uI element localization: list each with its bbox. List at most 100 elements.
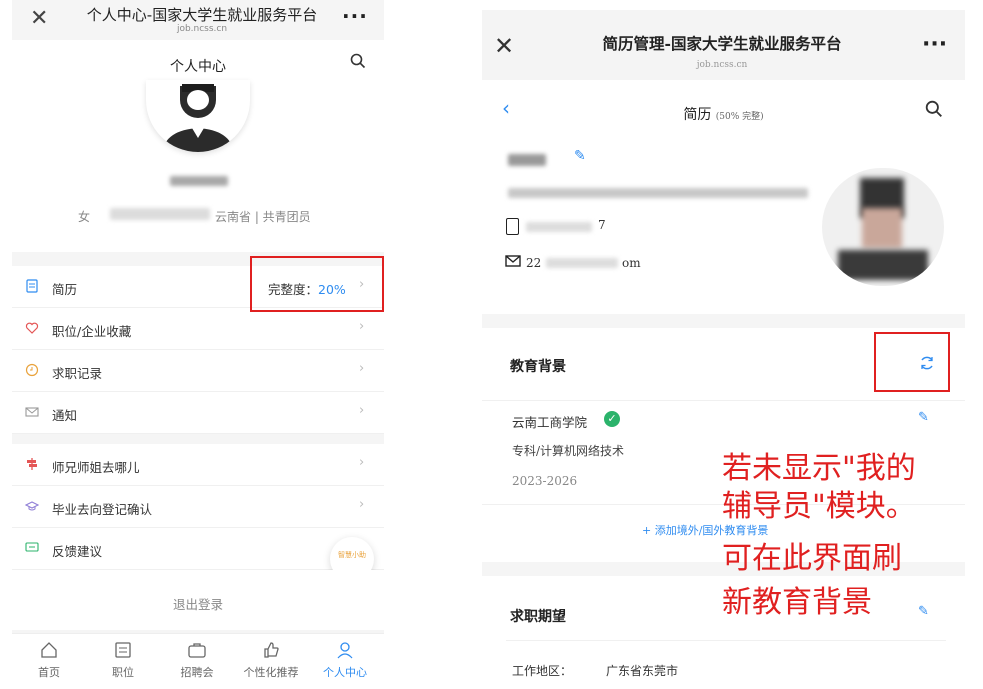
logout-area: 退出登录	[12, 570, 384, 630]
name-redacted	[508, 154, 546, 166]
job-intent-heading: 求职期望	[510, 609, 566, 625]
assistant-label: 智慧小助	[338, 551, 366, 559]
tab-label: 个性化推荐	[243, 666, 299, 679]
menu-item-graduation-registration[interactable]: 毕业去向登记确认 ›	[12, 486, 384, 528]
window-title: 个人中心-国家大学生就业服务平台	[86, 6, 318, 24]
school-name: 云南工商学院	[512, 415, 588, 430]
annotation-line: 若未显示"我的	[722, 451, 916, 486]
envelope-icon	[505, 255, 521, 267]
edit-pencil-icon[interactable]: ✎	[918, 410, 929, 425]
bottom-tab-bar: 首页 职位 招聘会 个性化推荐 个人中心	[12, 633, 384, 689]
work-location-label: 工作地区：	[512, 664, 573, 678]
graduation-cap-icon	[25, 501, 39, 511]
basic-info-section: ✎ 7 22 om	[482, 138, 965, 308]
name-redacted	[170, 176, 228, 186]
more-icon[interactable]: ···	[922, 32, 947, 57]
chat-bubble-icon	[25, 542, 39, 552]
tab-jobs[interactable]: 职位	[86, 634, 160, 689]
more-icon[interactable]: ···	[342, 4, 368, 28]
tab-job-fair[interactable]: 招聘会	[160, 634, 234, 689]
phone-tail: 7	[598, 218, 606, 232]
close-icon[interactable]: ✕	[494, 32, 514, 60]
annotation-line: 新教育背景	[722, 585, 872, 620]
window-domain: job.ncss.cn	[176, 24, 228, 34]
info-redacted	[110, 208, 210, 220]
major: 专科/计算机网络技术	[512, 444, 625, 458]
divider	[482, 400, 965, 401]
email-redacted	[546, 258, 618, 268]
mail-icon	[25, 407, 39, 417]
annotation-line: 可在此界面刷	[722, 541, 902, 576]
tab-recommend[interactable]: 个性化推荐	[234, 634, 308, 689]
clock-icon	[25, 363, 39, 377]
education-heading: 教育背景	[510, 359, 566, 375]
left-nav-bar: 个人中心	[12, 40, 384, 84]
chevron-right-icon: ›	[359, 403, 365, 418]
page-title: 简历 (50% 完整)	[683, 107, 764, 123]
close-icon[interactable]: ✕	[30, 6, 48, 31]
study-years: 2023-2026	[512, 474, 578, 488]
menu-item-alumni[interactable]: 师兄师姐去哪儿 ›	[12, 444, 384, 486]
left-window-titlebar: ✕ 个人中心-国家大学生就业服务平台 job.ncss.cn ···	[12, 0, 384, 40]
divider	[506, 640, 946, 641]
menu-item-label: 毕业去向登记确认	[52, 502, 153, 517]
left-phone-screen: ✕ 个人中心-国家大学生就业服务平台 job.ncss.cn ··· 个人中心 …	[12, 0, 384, 689]
menu-item-label: 通知	[52, 408, 78, 423]
tab-label: 职位	[112, 666, 134, 679]
id-card-icon	[115, 642, 131, 658]
details-redacted	[508, 188, 808, 198]
chevron-right-icon: ›	[359, 455, 365, 470]
phone-redacted	[526, 222, 592, 232]
heart-icon	[25, 322, 39, 334]
highlight-box-refresh	[874, 332, 950, 392]
menu-group-secondary: 师兄师姐去哪儿 › 毕业去向登记确认 › 反馈建议	[12, 444, 384, 570]
search-icon[interactable]	[350, 53, 366, 69]
logout-button[interactable]: 退出登录	[12, 594, 384, 613]
gender-label: 女	[78, 210, 91, 224]
right-nav-bar: ‹ 简历 (50% 完整)	[482, 82, 965, 136]
tab-home[interactable]: 首页	[12, 634, 86, 689]
tab-label: 个人中心	[323, 666, 367, 679]
menu-item-feedback[interactable]: 反馈建议	[12, 528, 384, 570]
menu-item-label: 简历	[52, 282, 78, 297]
annotation-line: 辅导员"模块。	[722, 489, 916, 524]
tab-label: 招聘会	[180, 666, 214, 679]
email-tail: om	[622, 256, 641, 270]
highlight-box-completeness	[250, 256, 384, 312]
edit-pencil-icon[interactable]: ✎	[918, 604, 929, 619]
briefcase-icon	[188, 643, 206, 658]
phone-icon	[506, 218, 519, 235]
work-location-value: 广东省东莞市	[606, 664, 679, 678]
menu-item-favorites[interactable]: 职位/企业收藏 ›	[12, 308, 384, 350]
menu-item-label: 反馈建议	[52, 544, 103, 559]
edit-pencil-icon[interactable]: ✎	[574, 148, 586, 164]
section-divider	[482, 314, 965, 328]
avatar[interactable]	[146, 80, 250, 152]
menu-item-label: 职位/企业收藏	[52, 324, 132, 339]
tab-profile[interactable]: 个人中心	[308, 634, 382, 689]
photo-redacted	[822, 168, 944, 286]
page-title: 个人中心	[170, 59, 226, 75]
verified-icon: ✓	[604, 411, 620, 427]
home-icon	[41, 642, 57, 658]
region-party-label: 云南省 | 共青团员	[215, 210, 311, 224]
person-icon	[337, 642, 353, 659]
window-domain: job.ncss.cn	[696, 60, 748, 70]
signpost-icon	[27, 458, 37, 470]
completeness-note: (50% 完整)	[715, 112, 764, 122]
user-avatar-icon	[162, 84, 234, 152]
resume-icon	[26, 279, 38, 293]
tab-label: 首页	[38, 666, 60, 679]
email-prefix: 22	[526, 256, 542, 270]
right-phone-screen: ✕ 简历管理-国家大学生就业服务平台 job.ncss.cn ··· ‹ 简历 …	[482, 10, 965, 689]
menu-item-notifications[interactable]: 通知 ›	[12, 392, 384, 434]
thumbs-up-icon	[264, 642, 279, 658]
menu-item-job-records[interactable]: 求职记录 ›	[12, 350, 384, 392]
chevron-right-icon: ›	[359, 361, 365, 376]
chevron-right-icon: ›	[359, 319, 365, 334]
chevron-right-icon: ›	[359, 497, 365, 512]
right-window-titlebar: ✕ 简历管理-国家大学生就业服务平台 job.ncss.cn ···	[482, 10, 965, 80]
menu-item-label: 师兄师姐去哪儿	[52, 460, 140, 475]
profile-card: 女 云南省 | 共青团员	[12, 80, 384, 252]
search-icon[interactable]	[925, 100, 943, 118]
